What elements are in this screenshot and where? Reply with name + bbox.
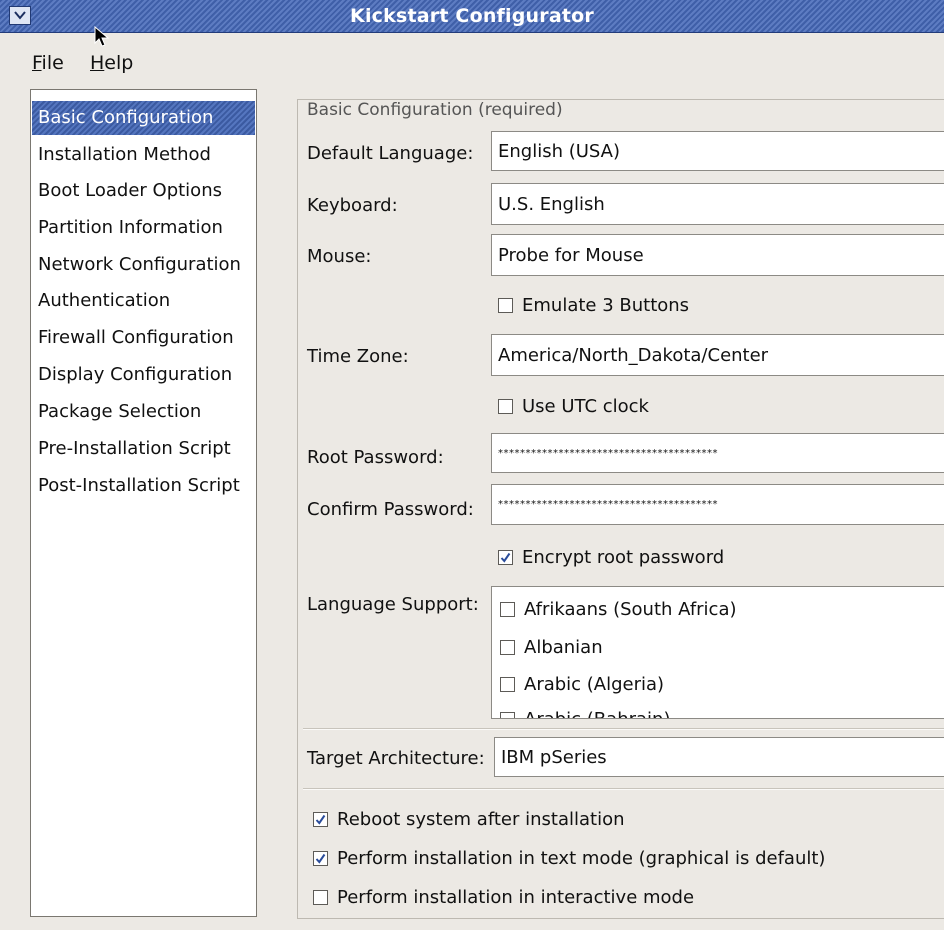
menu-help[interactable]: Help [90, 52, 133, 74]
section-title: Basic Configuration (required) [304, 100, 566, 120]
keyboard-label: Keyboard: [307, 195, 398, 216]
menu-file-accelerator: F [32, 52, 42, 74]
time-zone-label: Time Zone: [307, 346, 409, 367]
root-password-label: Root Password: [307, 447, 444, 468]
default-language-value: English (USA) [498, 140, 621, 162]
interactive-mode-install-checkbox[interactable]: Perform installation in interactive mode [313, 887, 694, 908]
emulate-3-buttons-checkbox[interactable]: Emulate 3 Buttons [498, 295, 689, 316]
language-item-label: Albanian [524, 637, 603, 658]
language-item-checkbox[interactable] [500, 712, 515, 718]
language-item-label: Arabic (Algeria) [524, 674, 665, 695]
use-utc-box[interactable] [498, 399, 513, 414]
keyboard-value: U.S. English [498, 193, 605, 215]
window-title: Kickstart Configurator [350, 5, 594, 27]
target-architecture-label: Target Architecture: [307, 748, 485, 769]
category-list: Basic Configuration Installation Method … [30, 89, 257, 917]
language-item-checkbox[interactable] [500, 602, 515, 617]
separator [303, 788, 944, 790]
nav-item-basic-configuration[interactable]: Basic Configuration [32, 101, 255, 135]
text-mode-install-box[interactable] [313, 851, 328, 866]
nav-item-display-configuration[interactable]: Display Configuration [32, 358, 255, 392]
nav-item-network-configuration[interactable]: Network Configuration [32, 248, 255, 282]
mouse-pointer-icon [94, 26, 110, 47]
text-mode-install-checkbox[interactable]: Perform installation in text mode (graph… [313, 848, 825, 869]
language-support-label: Language Support: [307, 594, 479, 615]
kickstart-window: Kickstart Configurator File Help Basic C… [0, 0, 944, 930]
time-zone-value: America/North_Dakota/Center [498, 344, 769, 366]
nav-item-authentication[interactable]: Authentication [32, 284, 255, 318]
default-language-label: Default Language: [307, 143, 474, 164]
reboot-after-install-label: Reboot system after installation [337, 809, 625, 830]
emulate-3-buttons-label: Emulate 3 Buttons [522, 295, 690, 316]
encrypt-root-password-label: Encrypt root password [522, 547, 725, 568]
interactive-mode-install-label: Perform installation in interactive mode [337, 887, 695, 908]
text-mode-install-label: Perform installation in text mode (graph… [337, 848, 826, 869]
language-item-afrikaans[interactable]: Afrikaans (South Africa) [500, 599, 737, 620]
encrypt-root-password-box[interactable] [498, 550, 513, 565]
language-support-list[interactable]: Afrikaans (South Africa) Albanian Arabic… [491, 586, 944, 719]
nav-item-package-selection[interactable]: Package Selection [32, 395, 255, 429]
mouse-value: Probe for Mouse [498, 244, 644, 266]
nav-item-firewall-configuration[interactable]: Firewall Configuration [32, 321, 255, 355]
menu-file-label: ile [41, 52, 64, 74]
nav-item-post-installation-script[interactable]: Post-Installation Script [32, 469, 255, 503]
root-password-value: **************************************** [498, 447, 718, 459]
nav-item-boot-loader-options[interactable]: Boot Loader Options [32, 174, 255, 208]
reboot-after-install-checkbox[interactable]: Reboot system after installation [313, 809, 625, 830]
language-item-label: Arabic (Bahrain) [524, 709, 670, 718]
target-architecture-combo[interactable]: IBM pSeries [494, 737, 944, 777]
language-item-checkbox[interactable] [500, 677, 515, 692]
language-item-arabic-bahrain[interactable]: Arabic (Bahrain) [500, 709, 670, 718]
nav-item-pre-installation-script[interactable]: Pre-Installation Script [32, 432, 255, 466]
confirm-password-label: Confirm Password: [307, 499, 474, 520]
language-item-label: Afrikaans (South Africa) [524, 599, 737, 620]
language-item-checkbox[interactable] [500, 640, 515, 655]
nav-item-partition-information[interactable]: Partition Information [32, 211, 255, 245]
checkmark-icon [315, 814, 326, 825]
title-bar[interactable]: Kickstart Configurator [0, 0, 944, 33]
use-utc-label: Use UTC clock [522, 396, 649, 417]
encrypt-root-password-checkbox[interactable]: Encrypt root password [498, 547, 724, 568]
separator [303, 728, 944, 730]
confirm-password-input[interactable]: **************************************** [491, 484, 944, 525]
mouse-label: Mouse: [307, 246, 372, 267]
menu-bar: File Help [0, 32, 944, 90]
default-language-combo[interactable]: English (USA) [491, 131, 944, 171]
mouse-combo[interactable]: Probe for Mouse [491, 234, 944, 276]
nav-item-installation-method[interactable]: Installation Method [32, 138, 255, 172]
time-zone-combo[interactable]: America/North_Dakota/Center [491, 334, 944, 376]
checkmark-icon [500, 552, 511, 563]
checkmark-icon [315, 853, 326, 864]
language-item-arabic-algeria[interactable]: Arabic (Algeria) [500, 674, 664, 695]
emulate-3-buttons-box[interactable] [498, 298, 513, 313]
menu-help-label: elp [104, 52, 134, 74]
reboot-after-install-box[interactable] [313, 812, 328, 827]
language-item-albanian[interactable]: Albanian [500, 637, 603, 658]
menu-help-accelerator: H [90, 52, 105, 74]
use-utc-checkbox[interactable]: Use UTC clock [498, 396, 649, 417]
confirm-password-value: **************************************** [498, 499, 718, 510]
keyboard-combo[interactable]: U.S. English [491, 183, 944, 225]
menu-file[interactable]: File [32, 52, 64, 74]
target-architecture-value: IBM pSeries [501, 746, 607, 768]
root-password-input[interactable]: **************************************** [491, 433, 944, 473]
interactive-mode-install-box[interactable] [313, 890, 328, 905]
